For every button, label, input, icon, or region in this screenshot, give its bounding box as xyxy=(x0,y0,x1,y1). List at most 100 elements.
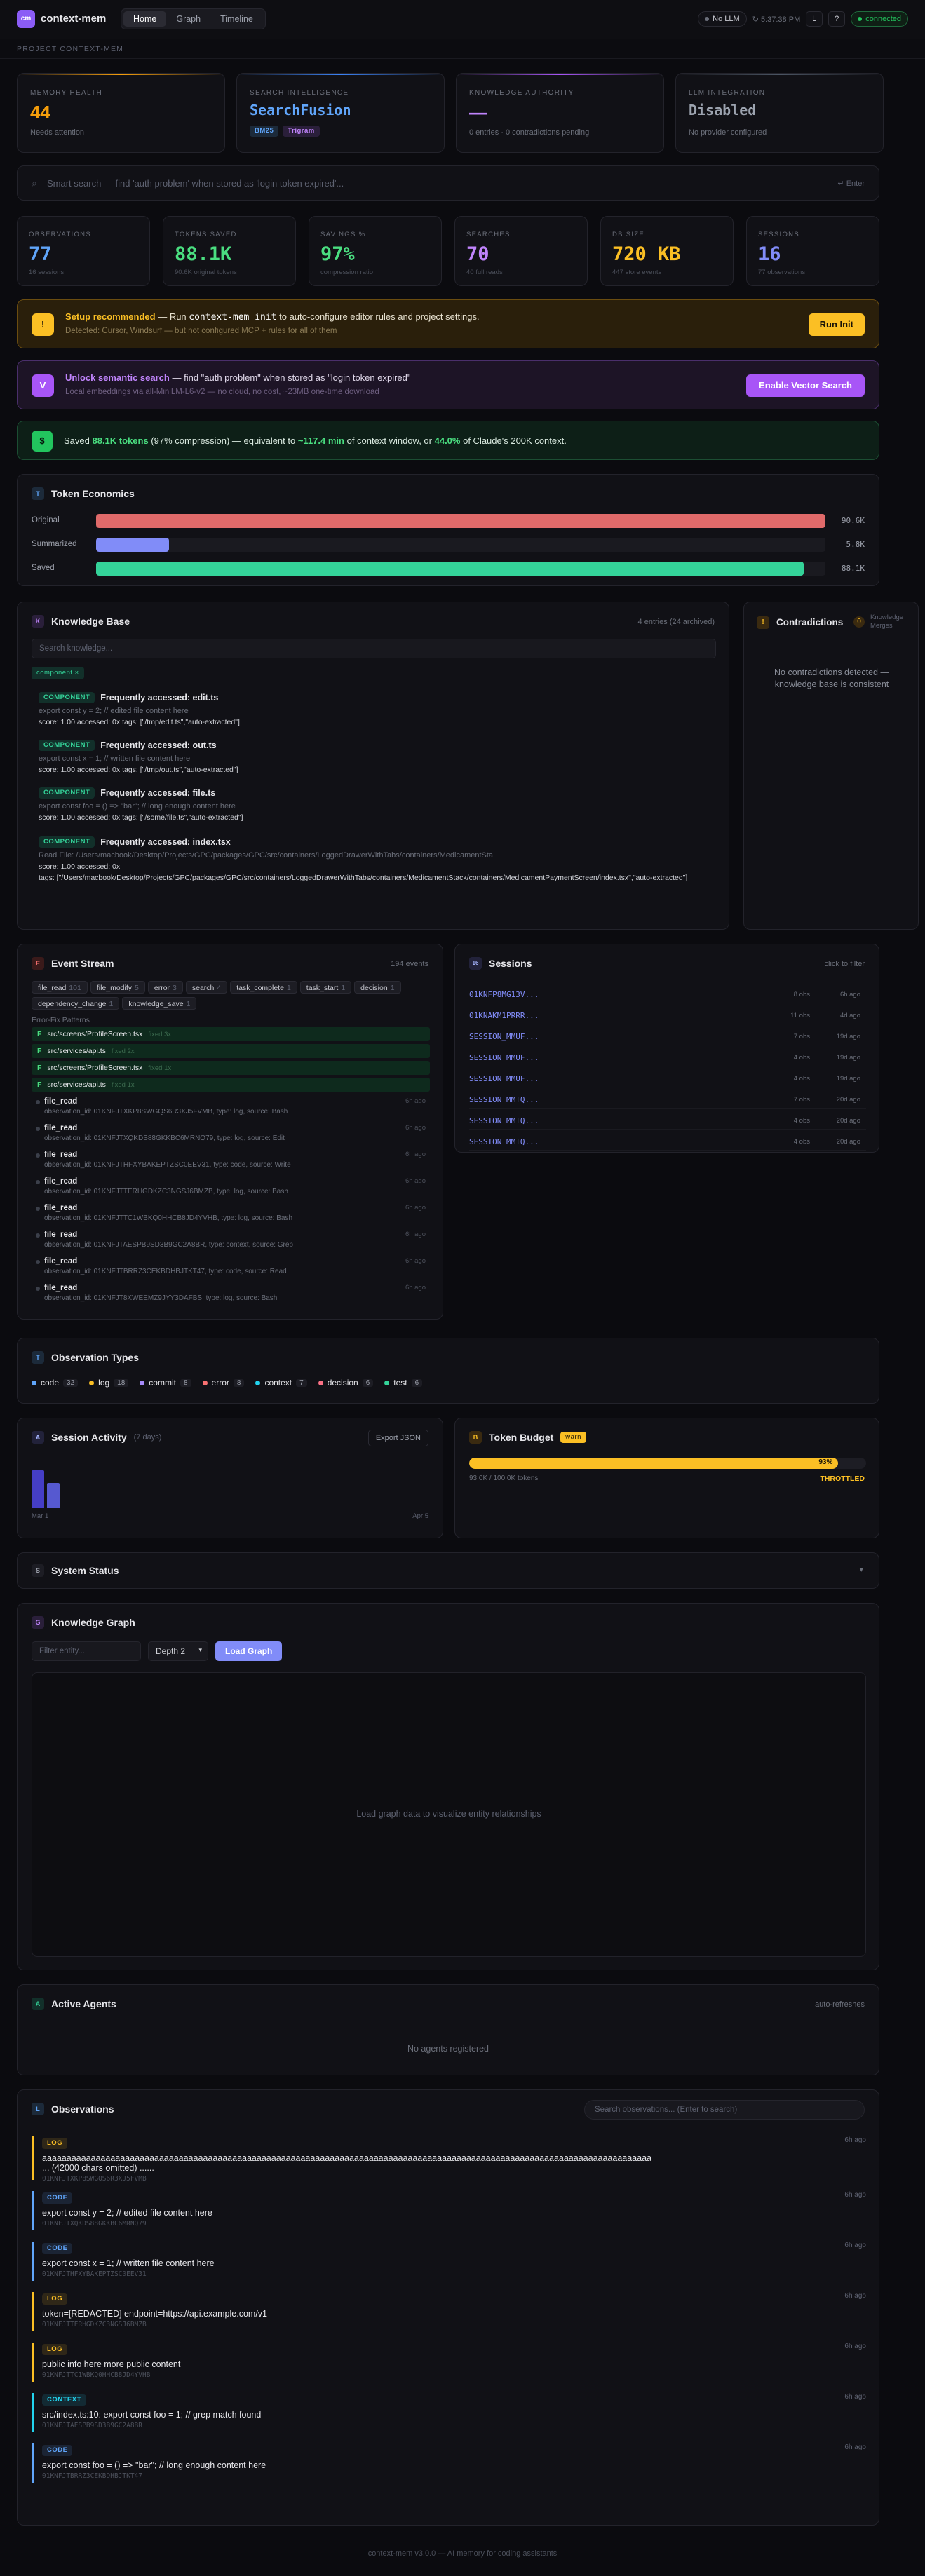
event-filter-count: 1 xyxy=(109,1000,114,1008)
load-graph-button[interactable]: Load Graph xyxy=(215,1641,283,1661)
obs-type-item[interactable]: test 6 xyxy=(384,1378,423,1388)
session-row[interactable]: SESSION_MMUF... 7 obs 19d ago xyxy=(469,1030,866,1045)
system-status-label: System Status xyxy=(51,1565,119,1576)
obs-type-item[interactable]: error 8 xyxy=(202,1378,245,1388)
budget-bar-fill: 93% xyxy=(469,1458,839,1469)
run-init-button[interactable]: Run Init xyxy=(808,313,865,336)
session-row[interactable]: SESSION_MMUF... 4 obs 19d ago xyxy=(469,1051,866,1066)
sessions-panel: 16 Sessions click to filter 01KNFP8MG13V.… xyxy=(454,944,879,1153)
event-filter-chip[interactable]: search 4 xyxy=(185,981,228,994)
event-bullet-icon xyxy=(36,1100,40,1104)
event-filter-chip[interactable]: knowledge_save 1 xyxy=(122,997,197,1010)
obs-type-dot-icon xyxy=(318,1380,323,1385)
session-row[interactable]: SESSION_MMUF... 4 obs 19d ago xyxy=(469,1072,866,1087)
knowledge-filter-chip[interactable]: component × xyxy=(32,667,84,679)
event-type: file_read xyxy=(44,1204,78,1212)
knowledge-entry[interactable]: COMPONENT Frequently accessed: edit.ts exp… xyxy=(39,692,716,726)
session-row[interactable]: 01KNFP8MG13V... 8 obs 6h ago xyxy=(469,988,866,1003)
event-filter-chip[interactable]: task_complete 1 xyxy=(230,981,297,994)
tab-graph[interactable]: Graph xyxy=(166,11,210,27)
knowledge-entry[interactable]: COMPONENT Frequently accessed: out.ts expo… xyxy=(39,740,716,774)
knowledge-entry-meta: score: 1.00 accessed: 0x tags: ["/tmp/ou… xyxy=(39,766,238,774)
observation-item[interactable]: CONTEXT 6h ago src/index.ts:10: export con… xyxy=(32,2393,866,2432)
event-row[interactable]: file_read observation_id: 01KNFJTTC1WBKQ0… xyxy=(32,1204,430,1228)
knowledge-search-input[interactable]: Search knowledge... xyxy=(32,639,716,658)
observation-item[interactable]: LOG 6h ago aaaaaaaaaaaaaaaaaaaaaaaaaaaaaaa… xyxy=(32,2136,866,2183)
event-row[interactable]: file_read observation_id: 01KNFJTXKP8SWGQ… xyxy=(32,1097,430,1121)
observation-item[interactable]: CODE 6h ago export const foo = () => "bar"… xyxy=(32,2443,866,2483)
session-row[interactable]: SESSION_MMTQ... 4 obs 20d ago xyxy=(469,1114,866,1130)
enable-vector-search-button[interactable]: Enable Vector Search xyxy=(746,374,865,397)
tab-home[interactable]: Home xyxy=(123,11,167,27)
search-badge: BM25 xyxy=(250,126,279,137)
error-fix-row[interactable]: Fsrc/services/api.ts fixed 1x xyxy=(32,1078,430,1092)
obs-type-item[interactable]: decision 6 xyxy=(318,1378,374,1388)
economics-row-label: Summarized xyxy=(32,540,77,548)
event-row[interactable]: file_read observation_id: 01KNFJT8XWEEMZ9… xyxy=(32,1284,430,1308)
depth-select[interactable]: Depth 2 ▾ xyxy=(148,1641,208,1661)
session-row[interactable]: SESSION_MMTQ... 4 obs 20d ago xyxy=(469,1135,866,1151)
knowledge-merges-link[interactable]: Knowledge Merges xyxy=(870,614,912,630)
warning-icon: ! xyxy=(32,313,54,336)
obs-type-name: commit xyxy=(149,1378,176,1388)
event-row[interactable]: file_read observation_id: 01KNFJTHFXYBAKE… xyxy=(32,1151,430,1174)
session-obs-count: 7 obs xyxy=(793,1033,810,1040)
observations-search-input[interactable]: Search observations... (Enter to search) xyxy=(584,2100,865,2120)
event-filter-chip[interactable]: dependency_change 1 xyxy=(32,997,120,1010)
event-filter-chip[interactable]: decision 1 xyxy=(354,981,401,994)
tab-timeline[interactable]: Timeline xyxy=(210,11,263,27)
llm-status-pill[interactable]: No LLM xyxy=(698,11,747,27)
observation-id: 01KNFJTXKP8SWGQS6R3XJ5FVMB xyxy=(42,2175,147,2183)
graph-canvas[interactable]: Load graph data to visualize entity rela… xyxy=(32,1672,866,1957)
obs-type-item[interactable]: commit 8 xyxy=(140,1378,191,1388)
session-age: 20d ago xyxy=(836,1117,860,1125)
obs-type-item[interactable]: code 32 xyxy=(32,1378,79,1388)
knowledge-entry[interactable]: COMPONENT Frequently accessed: file.ts exp… xyxy=(39,787,716,822)
session-row[interactable]: 01KNAKM1PRRR... 11 obs 4d ago xyxy=(469,1009,866,1024)
error-fix-count: fixed 3x xyxy=(148,1031,172,1038)
session-row[interactable]: SESSION_MMTQ... 7 obs 20d ago xyxy=(469,1093,866,1109)
knowledge-entry[interactable]: COMPONENT Frequently accessed: index.tsx R… xyxy=(39,836,716,883)
event-row[interactable]: file_read observation_id: 01KNFJTBRRZ3CEK… xyxy=(32,1257,430,1281)
observation-item[interactable]: LOG 6h ago public info here more public co… xyxy=(32,2343,866,2382)
knowledge-entry-title: Frequently accessed: file.ts xyxy=(100,788,216,798)
activity-bar[interactable] xyxy=(47,1483,60,1508)
smart-search-bar[interactable]: ⌕ Smart search — find 'auth problem' whe… xyxy=(17,165,879,201)
error-fix-row[interactable]: Fsrc/screens/ProfileScreen.tsx fixed 3x xyxy=(32,1027,430,1041)
event-row[interactable]: file_read observation_id: 01KNFJTAESPB9SD… xyxy=(32,1231,430,1254)
layout-button[interactable]: L xyxy=(806,11,823,27)
event-filter-name: task_start xyxy=(306,984,339,992)
health-card-sub: Needs attention xyxy=(30,128,85,137)
event-row[interactable]: file_read observation_id: 01KNFJTTERHGDKZ… xyxy=(32,1177,430,1201)
event-filter-name: decision xyxy=(360,984,388,992)
observation-item[interactable]: CODE 6h ago export const x = 1; // written… xyxy=(32,2242,866,2281)
error-fix-row[interactable]: Fsrc/services/api.ts fixed 2x xyxy=(32,1044,430,1058)
graph-empty-message: Load graph data to visualize entity rela… xyxy=(356,1809,541,1819)
observation-id: 01KNFJTTC1WBKQ0HHCB8JD4YVHB xyxy=(42,2371,151,2379)
activity-bar[interactable] xyxy=(32,1470,44,1508)
observations-search-placeholder: Search observations... (Enter to search) xyxy=(595,2106,738,2114)
savings-text-3: of context window, or xyxy=(344,435,435,446)
system-status-panel[interactable]: S System Status ▾ xyxy=(17,1552,879,1589)
obs-type-item[interactable]: log 18 xyxy=(89,1378,129,1388)
event-filter-chip[interactable]: file_modify 5 xyxy=(90,981,145,994)
observation-text: export const foo = () => "bar"; // long … xyxy=(42,2460,266,2470)
observation-types-panel: T Observation Types code 32 log 18 commit 8 err… xyxy=(17,1338,879,1404)
knowledge-icon: K xyxy=(32,615,44,628)
chevron-down-icon[interactable]: ▾ xyxy=(859,1565,863,1574)
observation-item[interactable]: CODE 6h ago export const y = 2; // edited … xyxy=(32,2191,866,2230)
search-input[interactable]: Smart search — find 'auth problem' when … xyxy=(47,178,344,189)
search-badge: Trigram xyxy=(283,126,320,137)
help-button[interactable]: ? xyxy=(828,11,846,27)
event-filter-chip[interactable]: error 3 xyxy=(147,981,183,994)
clock-time: 5:37:38 PM xyxy=(760,15,801,24)
entity-filter-input[interactable]: Filter entity... xyxy=(32,1641,141,1661)
event-filter-count: 1 xyxy=(390,984,395,992)
event-row[interactable]: file_read observation_id: 01KNFJTXQKDS88G… xyxy=(32,1124,430,1148)
error-fix-row[interactable]: Fsrc/screens/ProfileScreen.tsx fixed 1x xyxy=(32,1061,430,1075)
obs-type-item[interactable]: context 7 xyxy=(255,1378,307,1388)
event-filter-chip[interactable]: task_start 1 xyxy=(299,981,352,994)
export-json-button[interactable]: Export JSON xyxy=(367,1430,428,1446)
observation-item[interactable]: LOG 6h ago token=[REDACTED] endpoint=https… xyxy=(32,2292,866,2331)
event-filter-chip[interactable]: file_read 101 xyxy=(32,981,88,994)
